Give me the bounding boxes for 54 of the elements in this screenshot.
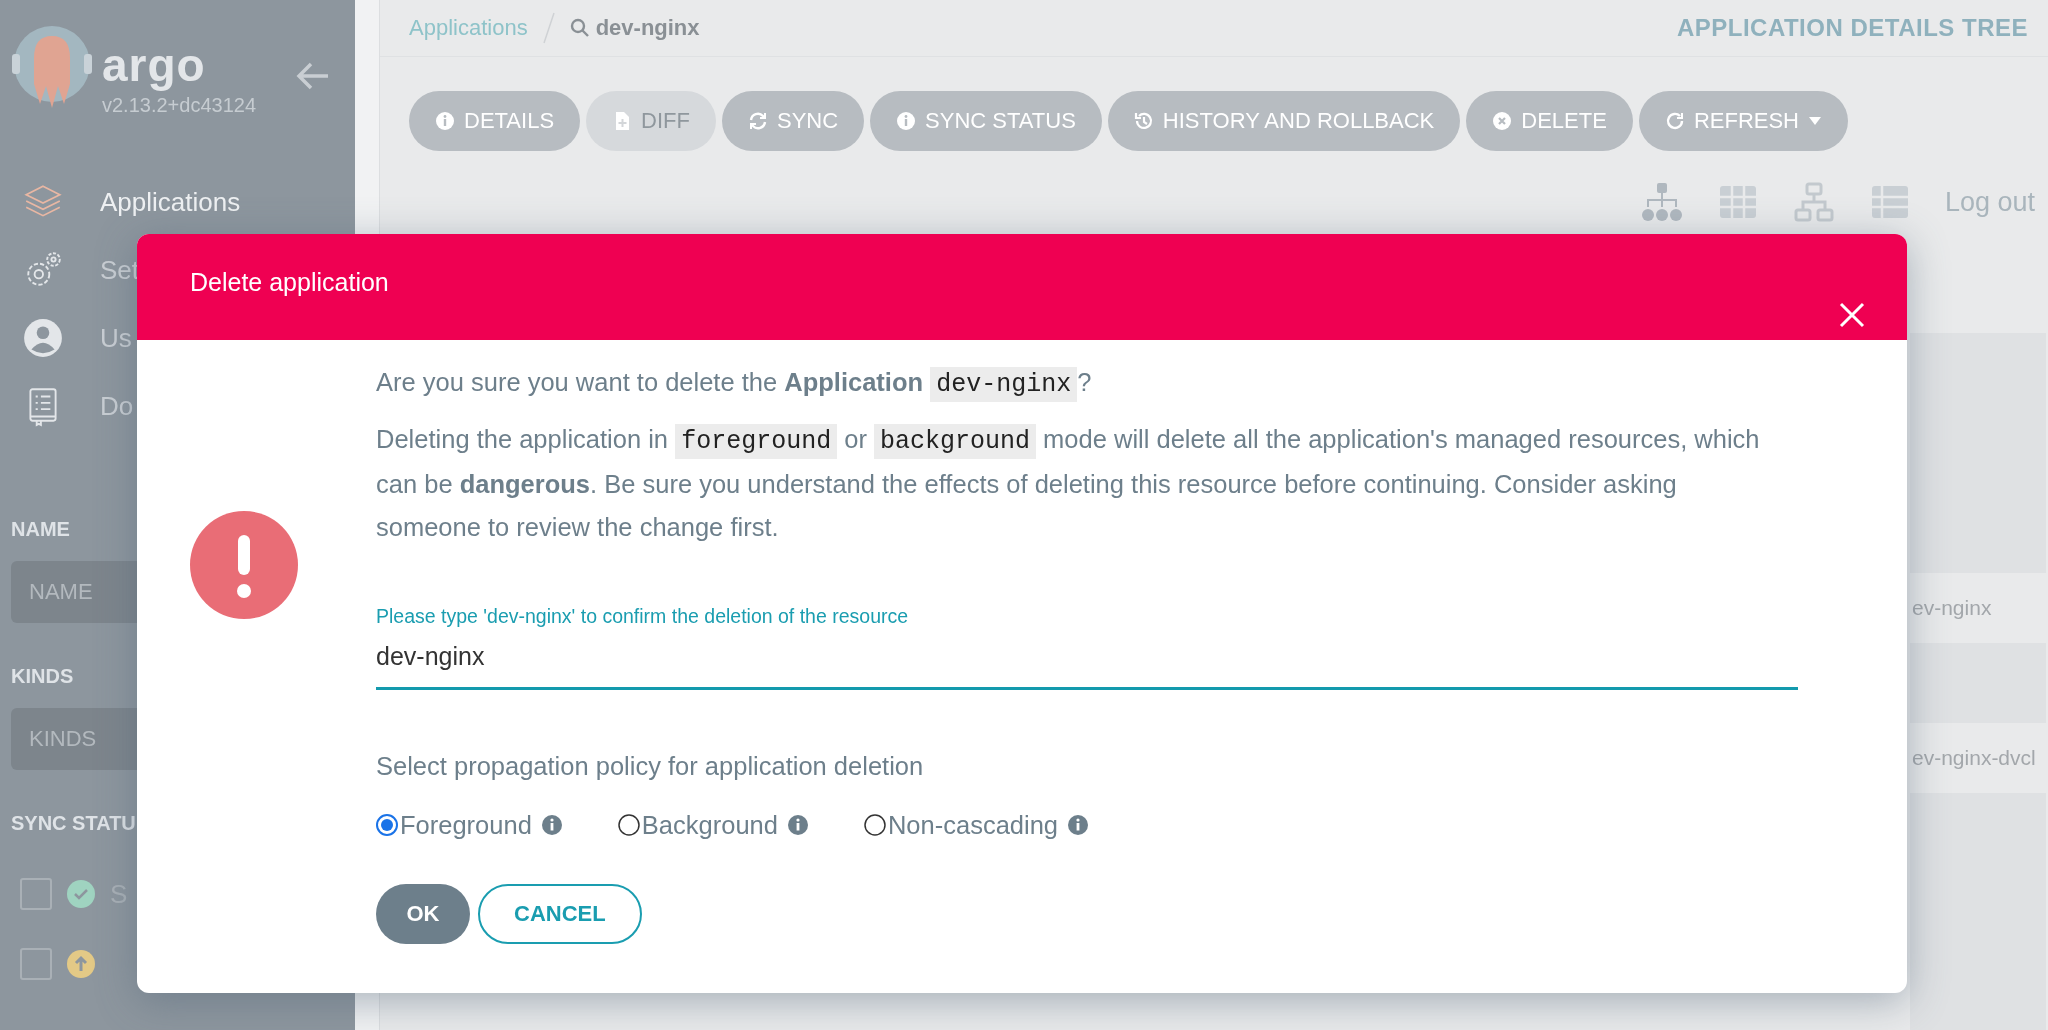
sync-icon [747,111,768,131]
radio-button[interactable] [376,814,398,836]
toolbar-button[interactable]: HISTORY AND ROLLBACK [1107,91,1461,151]
radio-button[interactable] [863,814,886,836]
filter-label: NAME [10,518,71,541]
resource-card[interactable]: ev-nginx-dvcl [1910,723,2046,793]
slash-separator [541,11,556,45]
warning-icon [190,511,298,619]
check-circle-icon [66,879,96,909]
close-icon[interactable] [1839,302,1865,328]
arrow-up-circle-icon [66,949,96,979]
nav-item[interactable]: Us [100,322,132,354]
info-icon [896,111,917,131]
dialog-title: Delete application [190,268,389,297]
toolbar-button[interactable]: SYNC [721,91,865,151]
field-label: Please type 'dev-nginx' to confirm the deletion of the resource [376,604,910,628]
radio-label[interactable]: Foreground [400,810,532,840]
cancel-button[interactable]: CANCEL [478,883,642,944]
info-icon [787,815,808,835]
radio-label[interactable]: Non-cascading [887,810,1059,840]
info-icon [541,815,562,835]
history-icon [1133,111,1154,131]
close-circle-icon [1492,111,1513,131]
radio-button[interactable] [617,814,640,836]
confirm-question: Are you sure you want to delete the Application dev-nginx ? [376,363,1786,404]
radio-label[interactable]: Background [641,810,778,840]
network-view-icon[interactable] [1792,181,1835,223]
breadcrumb-link[interactable]: Applications [409,15,528,41]
checkbox[interactable] [20,878,52,910]
logout-link[interactable]: Log out [1944,186,2035,218]
page-title: APPLICATION DETAILS TREE [1676,14,2028,42]
tree-view-icon[interactable] [1640,181,1683,223]
policy-label: Select propagation policy for application deletion [376,751,925,781]
toolbar-button[interactable]: DELETE [1466,91,1633,151]
toolbar-button[interactable]: SYNC STATUS [870,91,1102,151]
breadcrumb-item: dev-nginx [595,15,700,41]
info-icon [435,111,455,131]
search-icon [569,18,590,38]
version-text: v2.13.2+dc43124 [102,94,257,117]
confirm-input[interactable]: dev-nginx [376,627,1798,690]
info-icon [1068,815,1089,835]
filter-label: SYNC STATU [10,812,137,835]
back-arrow-icon[interactable] [296,62,330,90]
nav-item[interactable]: Do [100,390,134,422]
resource-card[interactable]: ev-nginx [1910,573,2046,643]
ok-button[interactable]: OK [376,883,470,944]
warning-text: Deleting the application in foreground or background mode will delete all the application's managed resources, which can be dangerous. Be sure you understand the effects of deleting this resource before continuing. Consider asking someone to review the change first. [376,422,1761,543]
toolbar-button[interactable]: DETAILS [409,91,581,151]
user-icon [22,317,64,359]
refresh-icon [1664,111,1685,131]
nav-item[interactable]: Applications [100,186,241,218]
filter-label: KINDS [10,665,75,688]
checkbox[interactable] [20,948,52,980]
toolbar-button[interactable]: REFRESH [1638,91,1848,151]
